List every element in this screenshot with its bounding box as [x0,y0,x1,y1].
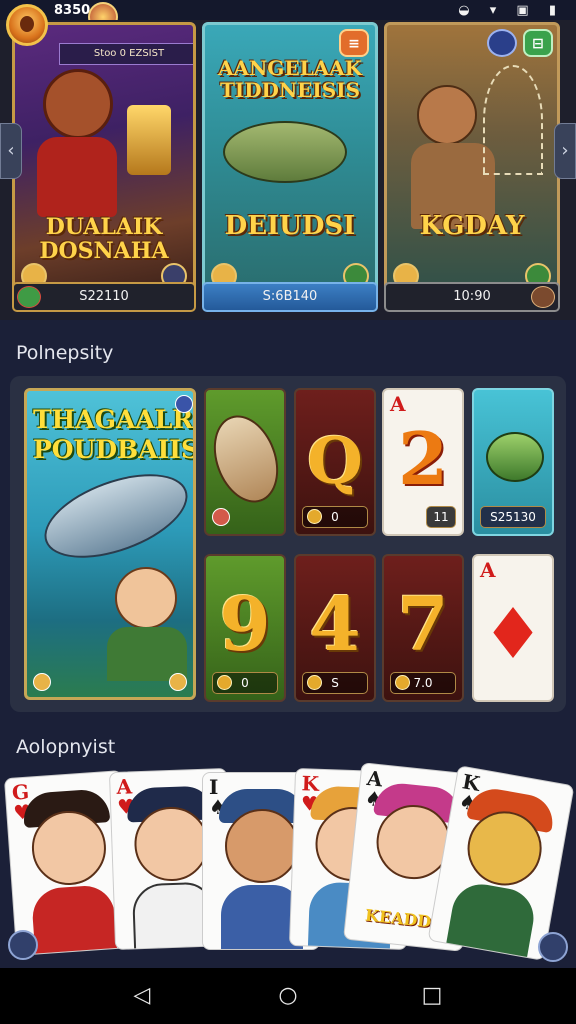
shop-icon[interactable]: ⊟ [523,29,553,57]
value-text: 10:90 [453,289,491,304]
coin-icon [33,673,51,691]
tile-value: S [302,672,368,694]
character-body-icon [30,884,118,956]
coin-icon [169,673,187,691]
section-title-fan: Aolopnyist [16,736,116,758]
golden-trophy-icon [127,105,171,175]
settings-icon[interactable] [538,932,568,962]
tile-glyph: 9 [219,582,271,668]
card-corner-rank: A [480,558,496,582]
game-card-dualaik[interactable]: Stoo 0 EZSIST DUALAIK DOSNAHA [12,22,196,298]
player-icon [531,286,555,308]
game-title: AANGELAAK TIDDNEISIS [217,56,363,102]
grid-tile-fish[interactable] [204,388,286,536]
grid-tile-9[interactable]: 9 0 [204,554,286,702]
back-button[interactable]: ◁ [128,982,156,1010]
fish-icon [206,406,284,512]
diamond-suit-icon: ♦ [481,592,545,675]
carousel-prev-button[interactable]: ‹ [0,123,22,179]
grid-tile-ace[interactable]: A ♦ [472,554,554,702]
character-face-icon [225,809,299,883]
feature-title: THAGAALR POUDBAIIS [33,405,196,464]
gem-icon [17,286,41,308]
banner-note: Stoo 0 EZSIST [59,43,193,65]
menu-icon[interactable]: ≡ [339,29,369,57]
tile-value: 0 [212,672,278,694]
tools-icon[interactable] [487,29,517,57]
grid-tile-q[interactable]: Q 0 [294,388,376,536]
game-title: DUALAIK DOSNAHA [39,214,169,264]
value-text: S22110 [79,289,129,304]
fisherman-face-icon [417,85,477,145]
game-grid-panel: THAGAALR POUDBAIIS Q 0 A 2 11 S25130 9 0… [10,376,566,712]
tile-glyph: 7 [397,582,449,668]
grid-tile-4[interactable]: 4 S [294,554,376,702]
game-card-aangelaak[interactable]: AANGELAAK TIDDNEISIS DEIUDSI ≡ [202,22,378,298]
value-text: S:6B140 [262,289,318,304]
tile-value: 7.0 [390,672,456,694]
game-card-kgday[interactable]: KGDAY ⊟ [384,22,560,298]
tile-value: S25130 [480,506,546,528]
game-subtitle: DEIUDSI [224,211,356,241]
tile-value: 11 [426,506,456,528]
feature-game-tile[interactable]: THAGAALR POUDBAIIS [24,388,196,700]
fishing-net-icon [483,65,543,175]
grid-tile-2[interactable]: A 2 11 [382,388,464,536]
card-corner-rank: A [390,392,406,416]
value-bar[interactable]: 10:90 [384,282,560,312]
compass-icon[interactable] [8,930,38,960]
bookmark-icon[interactable] [175,395,193,413]
swordfish-icon [33,457,193,575]
badge-icon [212,508,230,526]
system-navigation-bar: ◁ ○ □ [0,968,576,1024]
status-time: 8350 [54,3,91,18]
coin-icon [395,675,410,690]
value-bar[interactable]: S:6B140 [202,282,378,312]
section-title-grid: Polnepsity [16,342,114,364]
tile-value: 0 [302,506,368,528]
tile-glyph: 4 [309,582,361,668]
tile-glyph: Q [307,424,363,499]
status-system-icons: ◒ ▾ ▣ ▮ [458,3,564,18]
fish-icon [486,432,544,482]
grid-tile-teal-fish[interactable]: S25130 [472,388,554,536]
carousel-next-button[interactable]: › [554,123,576,179]
tile-glyph: 2 [397,416,449,501]
boy-face-icon [115,567,177,629]
fish-icon [223,121,347,183]
value-bar[interactable]: S22110 [12,282,196,312]
featured-games-carousel: Stoo 0 EZSIST DUALAIK DOSNAHA AANGELAAK … [0,20,576,320]
grid-tile-7[interactable]: 7 7.0 [382,554,464,702]
card-fan: G ♥ A ♥ I ♠ K ♥ A ♠ KEADDN K ♠ [0,760,576,970]
game-title: KGDAY [419,211,525,241]
character-face-icon [43,69,113,139]
player-avatar[interactable] [6,4,48,46]
character-body-icon [37,137,117,217]
coin-icon [307,675,322,690]
coin-icon [307,509,322,524]
home-button[interactable]: ○ [274,982,302,1010]
coin-icon [217,675,232,690]
recents-button[interactable]: □ [418,982,446,1010]
